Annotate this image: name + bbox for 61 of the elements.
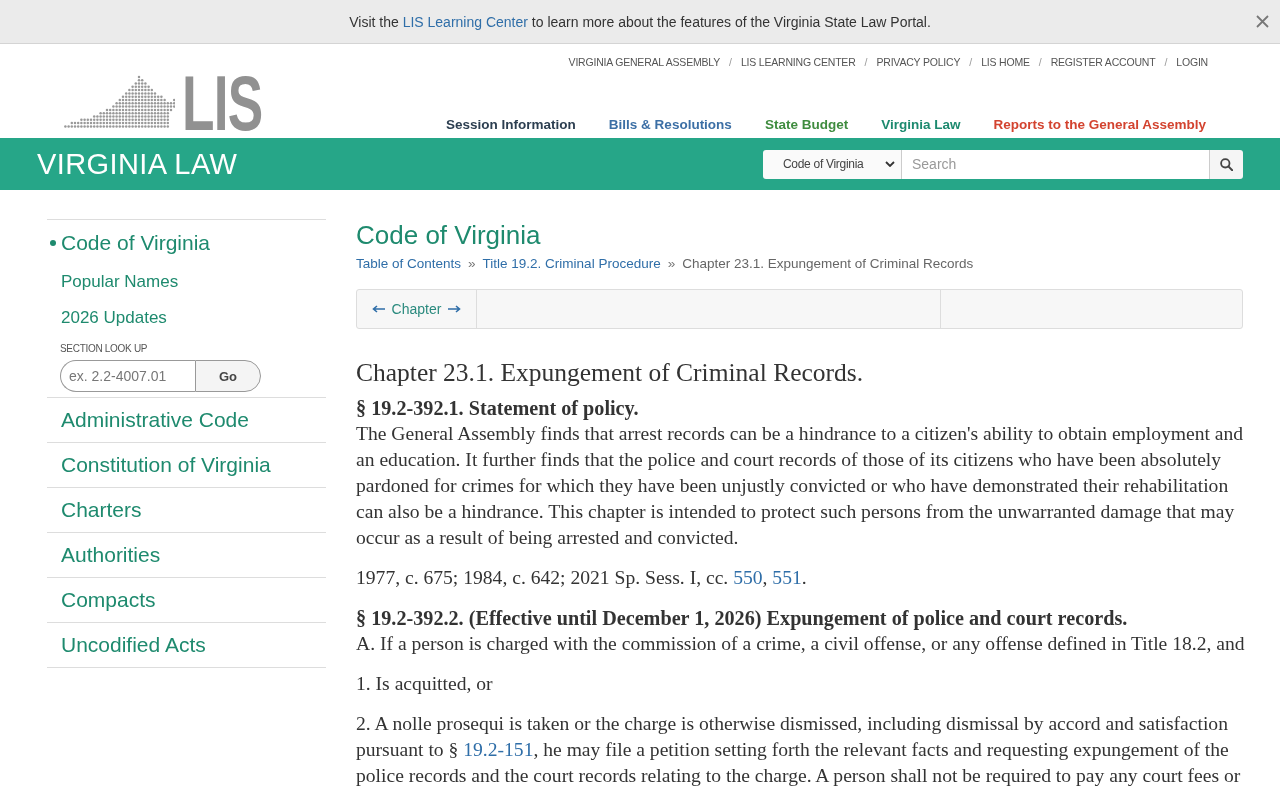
pager-label: Chapter	[391, 301, 442, 317]
law-paragraph: 1977, c. 675; 1984, c. 642; 2021 Sp. Sess. I, cc. 550, 551.	[356, 566, 808, 590]
chapter-title: Chapter 23.1. Expungement of Criminal Records.	[356, 359, 865, 387]
main-nav-link[interactable]: State Budget	[764, 117, 849, 133]
section-link[interactable]: 19.2-151	[463, 739, 534, 760]
sidebar-link[interactable]: Authorities	[47, 533, 326, 577]
section-heading: § 19.2-392.2. (Effective until December 1, 2026) Expungement of police and court records.	[356, 606, 1129, 631]
law-paragraph: 1. Is acquitted, or	[356, 672, 494, 696]
top-nav-link[interactable]: VIRGINIA GENERAL ASSEMBLY	[568, 55, 720, 69]
sidebar-link[interactable]: Constitution of Virginia	[47, 443, 326, 487]
logo-text[interactable]: LIS	[182, 74, 263, 132]
sidebar-link[interactable]: Administrative Code	[47, 398, 326, 442]
section-heading: § 19.2-392.1. Statement of policy.	[356, 396, 640, 421]
dot-map-icon	[64, 75, 175, 128]
main-nav-link[interactable]: Session Information	[446, 117, 576, 133]
close-button[interactable]	[1256, 15, 1269, 28]
link-separator: /	[969, 55, 973, 69]
notice-text: Visit the LIS Learning Center to learn more about the features of the Virginia State Law Portal.	[349, 13, 931, 30]
section-link[interactable]: 551	[772, 567, 802, 588]
top-nav-link[interactable]: PRIVACY POLICY	[876, 55, 961, 69]
go-button[interactable]: Go	[195, 360, 261, 392]
link-separator: /	[728, 55, 732, 69]
arrow-left-icon[interactable]	[371, 305, 386, 313]
top-nav-link[interactable]: LIS HOME	[981, 55, 1030, 69]
main-nav-link[interactable]: Reports to the General Assembly	[993, 117, 1206, 133]
link-separator: /	[1164, 55, 1168, 69]
main-nav-link[interactable]: Virginia Law	[881, 117, 961, 133]
breadcrumb-link[interactable]: Title 19.2. Criminal Procedure	[482, 255, 661, 273]
bullet-icon	[50, 240, 56, 246]
section-title: VIRGINIA LAW	[37, 148, 238, 180]
arrow-right-icon[interactable]	[447, 305, 462, 313]
breadcrumb-current: Chapter 23.1. Expungement of Criminal Records	[682, 255, 974, 273]
section-input[interactable]: ex. 2.2-4007.01	[60, 360, 195, 392]
top-nav-link[interactable]: LIS LEARNING CENTER	[740, 55, 856, 69]
sidebar-link[interactable]: Code of Virginia	[47, 230, 326, 256]
top-nav-link[interactable]: LOGIN	[1176, 55, 1208, 69]
link-separator: /	[1038, 55, 1042, 69]
sidebar-link[interactable]: Charters	[47, 488, 326, 532]
page-title: Code of Virginia	[356, 219, 542, 251]
law-paragraph: 2. A nolle prosequi is taken or the charge is otherwise dismissed, including dismissal by accord and satisfaction pursuant to § 19.2-151, he may file a petition setting forth the relevant facts and requesting expungement of the police records and the court records relating to the charge. A person shall not be required to pay any court fees or	[356, 712, 1242, 788]
search-icon	[1220, 157, 1233, 171]
breadcrumb-separator: »	[667, 255, 676, 273]
sidebar-link[interactable]: Compacts	[47, 578, 326, 622]
section-link[interactable]: 550	[733, 567, 763, 588]
main-nav-link[interactable]: Bills & Resolutions	[608, 117, 732, 133]
scope-dropdown[interactable]: Code of Virginia	[763, 149, 901, 179]
caret-icon	[885, 161, 895, 167]
breadcrumb-link[interactable]: Table of Contents	[356, 255, 462, 273]
link-separator: /	[864, 55, 868, 69]
breadcrumb-separator: »	[468, 255, 476, 273]
lookup-label: SECTION LOOK UP	[60, 343, 149, 355]
law-paragraph: A. If a person is charged with the commission of a crime, a civil offense, or any offense defined in Title 18.2, and	[356, 632, 1246, 656]
search-button[interactable]	[1210, 149, 1243, 179]
learning-center-link[interactable]: LIS Learning Center	[402, 13, 528, 30]
sidebar-link[interactable]: Uncodified Acts	[47, 623, 326, 667]
search-field[interactable]: Search	[901, 149, 1210, 179]
law-paragraph: The General Assembly finds that arrest records can be a hindrance to a citizen's ability to obtain employment and an education. It further finds that the police and court records of those of its citizens who have been absolutely pardoned for crimes for which they have been unjustly convicted or who have demonstrated their rehabilitation can also be a hindrance. This chapter is intended to protect such persons from the unwarranted damage that may occur as a result of being arrested and convicted.	[356, 422, 1245, 550]
close-icon	[1256, 15, 1269, 28]
sidebar-sublink[interactable]: 2026 Updates	[47, 300, 326, 336]
top-nav-link[interactable]: REGISTER ACCOUNT	[1050, 55, 1156, 69]
sidebar-sublink[interactable]: Popular Names	[47, 264, 326, 300]
